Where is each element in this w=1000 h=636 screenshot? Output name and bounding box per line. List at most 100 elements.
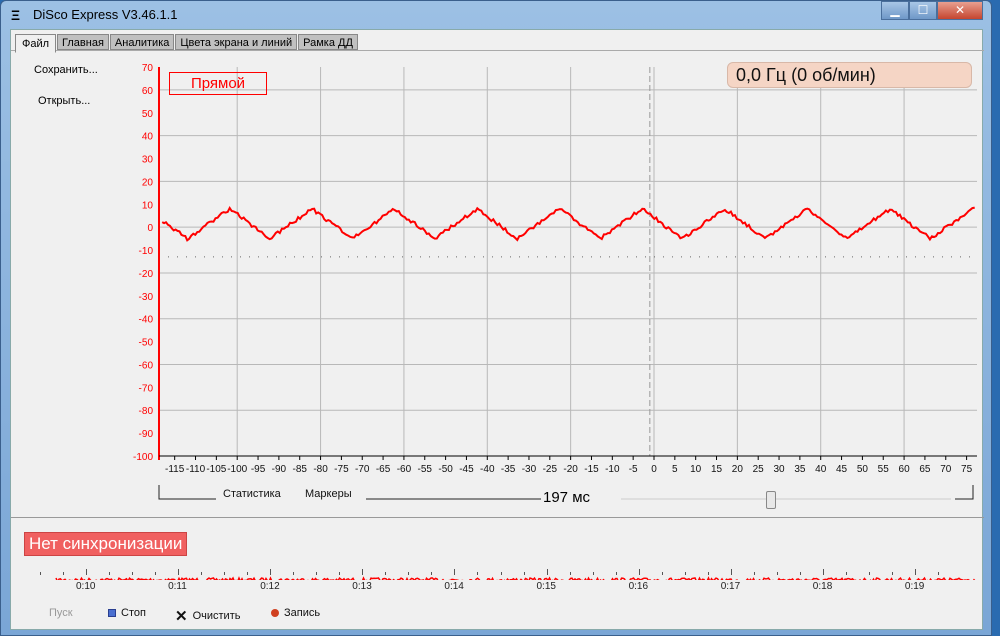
y-tick-label: 50 [142,109,154,120]
timeline-label: 0:12 [260,581,280,592]
x-tick-label: -40 [480,464,495,475]
timeline-label: 0:13 [352,581,372,592]
window-slider-thumb[interactable] [766,491,776,509]
timeline-label: 0:11 [168,581,187,592]
x-tick-label: 45 [836,464,848,475]
x-tick-label: -15 [584,464,599,475]
window-title: DiSco Express V3.46.1.1 [33,7,178,22]
clear-x-icon: ✕ [175,608,188,625]
x-tick-label: -50 [438,464,453,475]
x-tick-label: 25 [753,464,765,475]
recorded-signal [55,576,976,580]
timeline-tick [753,572,755,575]
timeline-tick [132,572,134,575]
x-tick-label: 60 [899,464,911,475]
x-tick-label: -95 [251,464,266,475]
x-tick-label: -105 [206,464,226,475]
record-label: Запись [284,607,321,619]
x-tick-label: -110 [186,464,206,475]
timeline-tick [63,572,64,575]
x-tick-label: -90 [272,464,287,475]
timeline-tick [615,572,617,575]
y-tick-label: -20 [139,269,154,280]
oscillogram-chart: 706050403020100-10-20-30-40-50-60-70-80-… [133,63,977,475]
maximize-button[interactable]: ☐ [909,1,937,20]
statistics-link[interactable]: Статистика [223,488,281,500]
x-tick-label: 30 [773,464,785,475]
x-tick-label: 40 [815,464,827,475]
y-tick-label: -70 [139,383,154,394]
x-tick-label: -25 [543,464,558,475]
timeline-tick [776,572,778,575]
timeline-tick [937,572,939,575]
timeline-tick [523,572,525,575]
timeline-tick [730,569,732,575]
timeline-tick [316,572,318,575]
y-tick-label: 60 [142,86,154,97]
timeline-label: 0:18 [812,581,833,592]
timeline-tick [661,572,663,575]
x-tick-label: 20 [732,464,744,475]
x-tick-label: 35 [794,464,806,475]
y-tick-label: -50 [139,338,154,349]
x-tick-label: -80 [313,464,328,475]
window-duration-label: 197 мс [542,489,592,506]
y-tick-label: -90 [139,429,154,440]
frequency-display: 0,0 Гц (0 об/мин) [727,62,972,88]
timeline-tick [270,569,272,575]
timeline-tick [385,572,387,575]
timeline-tick [109,572,110,575]
x-tick-label: 55 [878,464,890,475]
timeline-tick [638,569,640,575]
stop-icon [108,609,116,617]
x-tick-label: -30 [522,464,537,475]
record-dot-icon [271,609,279,617]
timeline-tick [454,569,456,575]
x-tick-label: -100 [227,464,247,475]
timeline-tick [247,572,249,575]
timeline-label: 0:16 [628,581,649,592]
timeline-tick [914,569,916,575]
clear-label: Очистить [192,610,241,622]
y-tick-label: -100 [133,452,153,463]
x-tick-label: 0 [651,464,657,475]
timeline-tick [339,572,341,575]
timeline-tick [86,569,87,575]
markers-link[interactable]: Маркеры [305,488,352,500]
y-tick-label: 40 [142,132,154,143]
start-label: Пуск [49,607,73,619]
y-tick-label: -80 [139,406,154,417]
timeline-tick [201,572,203,575]
x-tick-label: 65 [919,464,931,475]
stop-button[interactable]: Стоп [108,607,146,619]
x-tick-label: -65 [376,464,391,475]
x-tick-label: -70 [355,464,370,475]
mode-label[interactable]: Прямой [169,72,267,95]
timeline-label: 0:17 [720,581,741,592]
y-tick-label: -60 [139,360,154,371]
timeline-label: 0:19 [904,581,925,592]
timeline-tick [822,569,824,575]
x-tick-label: 70 [940,464,952,475]
timeline-tick [408,572,410,575]
close-button[interactable]: ✕ [937,1,983,20]
x-tick-label: 5 [672,464,678,475]
record-button[interactable]: Запись [271,607,320,619]
x-tick-label: 50 [857,464,869,475]
timeline-tick [592,572,594,575]
x-tick-label: -35 [501,464,516,475]
timeline-label: 0:14 [444,581,464,592]
x-tick-label: -55 [418,464,433,475]
y-tick-label: 0 [147,223,153,234]
start-button[interactable]: Пуск [49,607,73,619]
timeline-tick [569,572,571,575]
y-tick-label: 20 [142,177,154,188]
clear-button[interactable]: ✕ Очистить [175,607,240,625]
timeline-tick [431,572,433,575]
timeline-tick [178,569,180,575]
x-tick-label: -75 [334,464,349,475]
timeline-tick [845,572,847,575]
timeline-tick [362,569,364,575]
stop-label: Стоп [121,607,146,619]
minimize-button[interactable]: ▁ [881,1,909,20]
